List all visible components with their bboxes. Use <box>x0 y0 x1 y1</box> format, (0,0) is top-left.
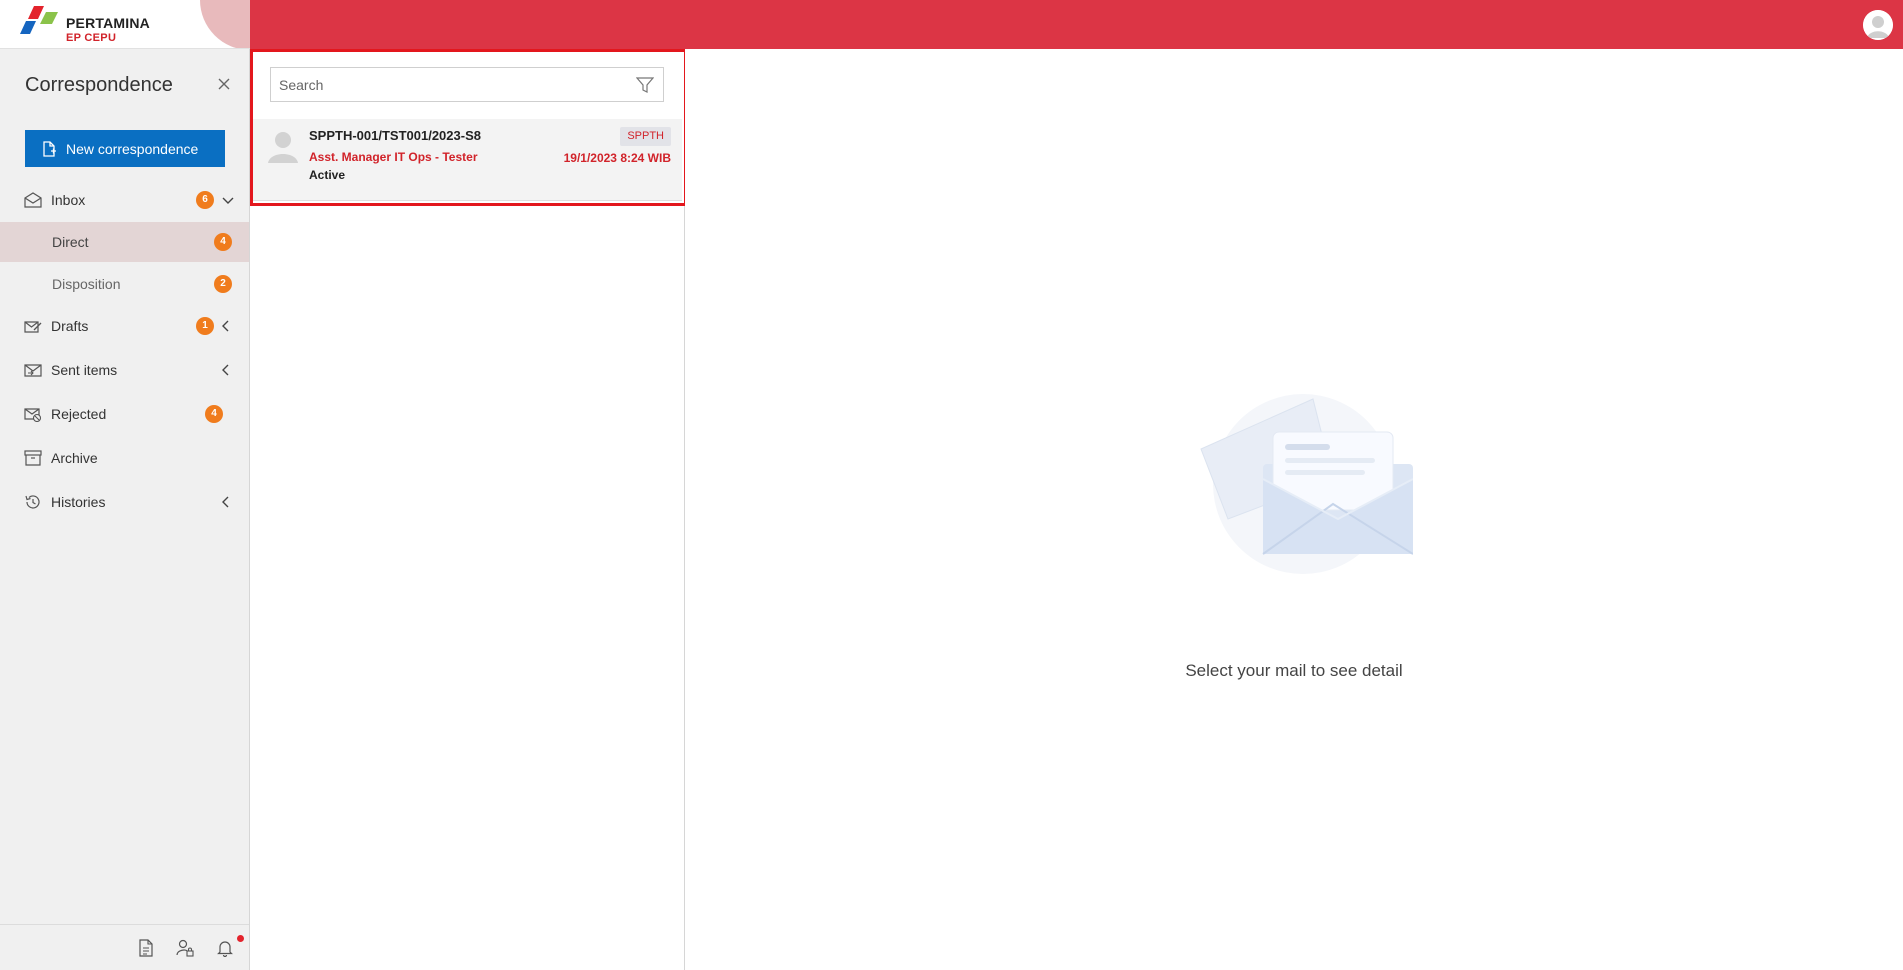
mail-list-panel: SPPTH-001/TST001/2023-S8 Asst. Manager I… <box>250 49 685 970</box>
sidebar-item-label: Disposition <box>52 276 121 292</box>
sidebar-item-label: Rejected <box>51 406 107 422</box>
user-icon <box>1863 10 1893 40</box>
user-avatar[interactable] <box>1863 10 1893 40</box>
sidebar-item-label: Drafts <box>51 318 89 334</box>
inbox-icon <box>24 192 42 208</box>
top-bar <box>0 0 1903 49</box>
sidebar-item-archive[interactable]: Archive <box>0 438 249 478</box>
mail-list-item[interactable]: SPPTH-001/TST001/2023-S8 Asst. Manager I… <box>253 119 682 201</box>
brand-subtitle: EP CEPU <box>66 32 117 44</box>
sidebar-item-label: Sent items <box>51 362 118 378</box>
sidebar-item-histories[interactable]: Histories <box>0 482 249 522</box>
sidebar-item-sent-items[interactable]: Sent items <box>0 350 249 390</box>
direct-count-badge: 4 <box>214 233 232 251</box>
new-correspondence-label: New correspondence <box>66 140 199 157</box>
empty-state-message: Select your mail to see detail <box>1185 661 1403 680</box>
chevron-left-icon[interactable] <box>220 320 232 332</box>
mail-status: Active <box>309 168 346 182</box>
sent-icon <box>24 364 42 377</box>
mail-date: 19/1/2023 8:24 WIB <box>563 151 671 165</box>
empty-mailbox-illustration <box>1200 394 1413 574</box>
bell-icon[interactable] <box>216 939 234 957</box>
drafts-count-badge: 1 <box>196 317 214 335</box>
inbox-count-badge: 6 <box>196 191 214 209</box>
sidebar-footer <box>0 924 249 970</box>
search-box <box>270 67 664 102</box>
drafts-icon <box>24 321 42 333</box>
history-icon <box>25 495 40 509</box>
archive-icon <box>24 450 42 466</box>
search-input[interactable] <box>271 68 621 101</box>
mail-subject: SPPTH-001/TST001/2023-S8 <box>309 128 481 143</box>
sidebar-item-label: Direct <box>52 234 89 250</box>
logo-decor-circle <box>200 0 250 48</box>
notification-dot <box>237 935 244 942</box>
mail-detail-pane: Select your mail to see detail <box>685 49 1903 970</box>
brand-logo-area: PERTAMINA EP CEPU <box>0 0 250 49</box>
user-lock-icon[interactable] <box>176 939 194 957</box>
rejected-count-badge: 4 <box>205 405 223 423</box>
sidebar: Correspondence New correspondence Inbox … <box>0 49 250 970</box>
mail-type-tag: SPPTH <box>620 127 671 146</box>
brand-name: PERTAMINA <box>66 15 150 31</box>
sidebar-item-direct[interactable]: Direct 4 <box>0 222 249 262</box>
disposition-count-badge: 2 <box>214 275 232 293</box>
chevron-left-icon[interactable] <box>220 496 232 508</box>
rejected-icon <box>24 408 42 422</box>
sidebar-item-inbox[interactable]: Inbox 6 <box>0 180 249 220</box>
sidebar-item-drafts[interactable]: Drafts 1 <box>0 306 249 346</box>
sidebar-title: Correspondence <box>25 74 173 96</box>
pertamina-logo-icon <box>20 6 58 34</box>
sender-avatar-icon <box>268 132 298 163</box>
chevron-down-icon[interactable] <box>222 195 234 207</box>
new-correspondence-button[interactable]: New correspondence <box>25 130 225 167</box>
sidebar-item-label: Archive <box>51 450 98 466</box>
mail-sender: Asst. Manager IT Ops - Tester <box>309 150 478 164</box>
new-document-icon <box>43 140 56 157</box>
sidebar-item-label: Inbox <box>51 192 86 208</box>
document-icon[interactable] <box>137 939 155 957</box>
filter-icon[interactable] <box>636 76 654 94</box>
sidebar-item-label: Histories <box>51 494 106 510</box>
sidebar-item-disposition[interactable]: Disposition 2 <box>0 264 249 304</box>
close-icon[interactable] <box>216 76 232 92</box>
chevron-left-icon[interactable] <box>220 364 232 376</box>
sidebar-item-rejected[interactable]: Rejected 4 <box>0 394 249 434</box>
